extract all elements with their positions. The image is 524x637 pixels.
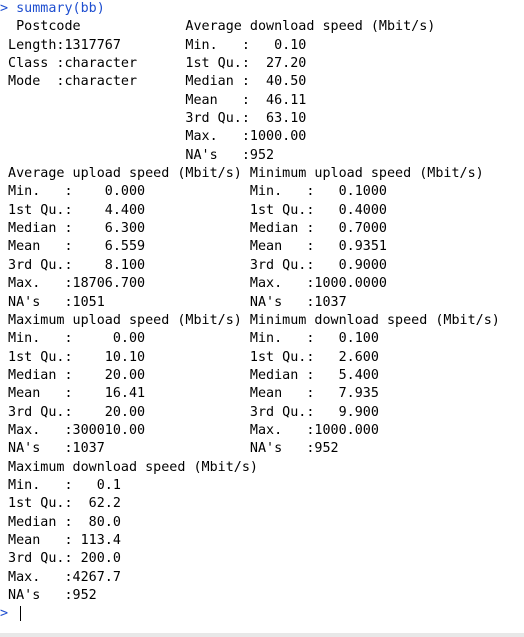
output-line: 1st Qu.: 62.2 (0, 496, 250, 512)
output-line: Max. :4267.7 (0, 569, 250, 585)
text-cursor (20, 605, 22, 621)
summary-output: Postcode Average download speed (Mbit/s)… (0, 18, 524, 605)
output-line: 3rd Qu.: 63.10 (0, 111, 436, 127)
output-line: Mean : 16.41 Mean : 7.935 (0, 386, 468, 402)
output-line: Maximum download speed (Mbit/s) (0, 459, 258, 475)
output-line: 1st Qu.: 10.10 1st Qu.: 2.600 (0, 349, 468, 365)
output-line: NA's :952 (0, 588, 250, 603)
output-line: NA's :1051 NA's :1037 (0, 294, 468, 310)
input-prompt: > (0, 606, 17, 622)
output-line: NA's :952 (0, 147, 436, 163)
output-line: Median : 20.00 Median : 5.400 (0, 367, 468, 383)
output-line: Max. :300010.00 Max. :1000.000 (0, 422, 468, 438)
output-line: Median : 80.0 (0, 514, 250, 530)
output-line: Min. : 0.000 Min. : 0.1000 (0, 184, 468, 200)
output-line: Length:1317767 Min. : 0.10 (0, 37, 436, 53)
output-line: Class :character 1st Qu.: 27.20 (0, 56, 436, 72)
output-line: 3rd Qu.: 200.0 (0, 551, 250, 567)
output-line: Mode :character Median : 40.50 (0, 74, 436, 90)
output-line: Mean : 113.4 (0, 532, 250, 548)
output-line: NA's :1037 NA's :952 (0, 441, 468, 457)
output-line: Mean : 6.559 Mean : 0.9351 (0, 239, 468, 255)
r-console[interactable]: > summary(bb) Postcode Average download … (0, 0, 524, 637)
output-line: Max. :18706.700 Max. :1000.0000 (0, 276, 468, 292)
output-line: Min. : 0.00 Min. : 0.100 (0, 331, 468, 347)
output-line: 3rd Qu.: 8.100 3rd Qu.: 0.9000 (0, 257, 468, 273)
horizontal-scrollbar[interactable] (0, 633, 524, 637)
output-line: 1st Qu.: 4.400 1st Qu.: 0.4000 (0, 202, 468, 218)
input-line[interactable]: > (0, 605, 524, 623)
output-line: Average upload speed (Mbit/s) Minimum up… (0, 166, 484, 182)
output-line: Min. : 0.1 (0, 477, 250, 493)
output-line: 3rd Qu.: 20.00 3rd Qu.: 9.900 (0, 404, 468, 420)
output-line: Postcode Average download speed (Mbit/s) (0, 19, 436, 35)
output-line: Max. :1000.00 (0, 129, 436, 145)
command-prompt: > (0, 1, 17, 16)
output-line: Median : 6.300 Median : 0.7000 (0, 221, 468, 237)
command-line: > summary(bb) (0, 0, 524, 18)
output-line: Maximum upload speed (Mbit/s) Minimum do… (0, 312, 500, 328)
output-line: Mean : 46.11 (0, 92, 436, 108)
command-text: summary(bb) (16, 1, 105, 16)
